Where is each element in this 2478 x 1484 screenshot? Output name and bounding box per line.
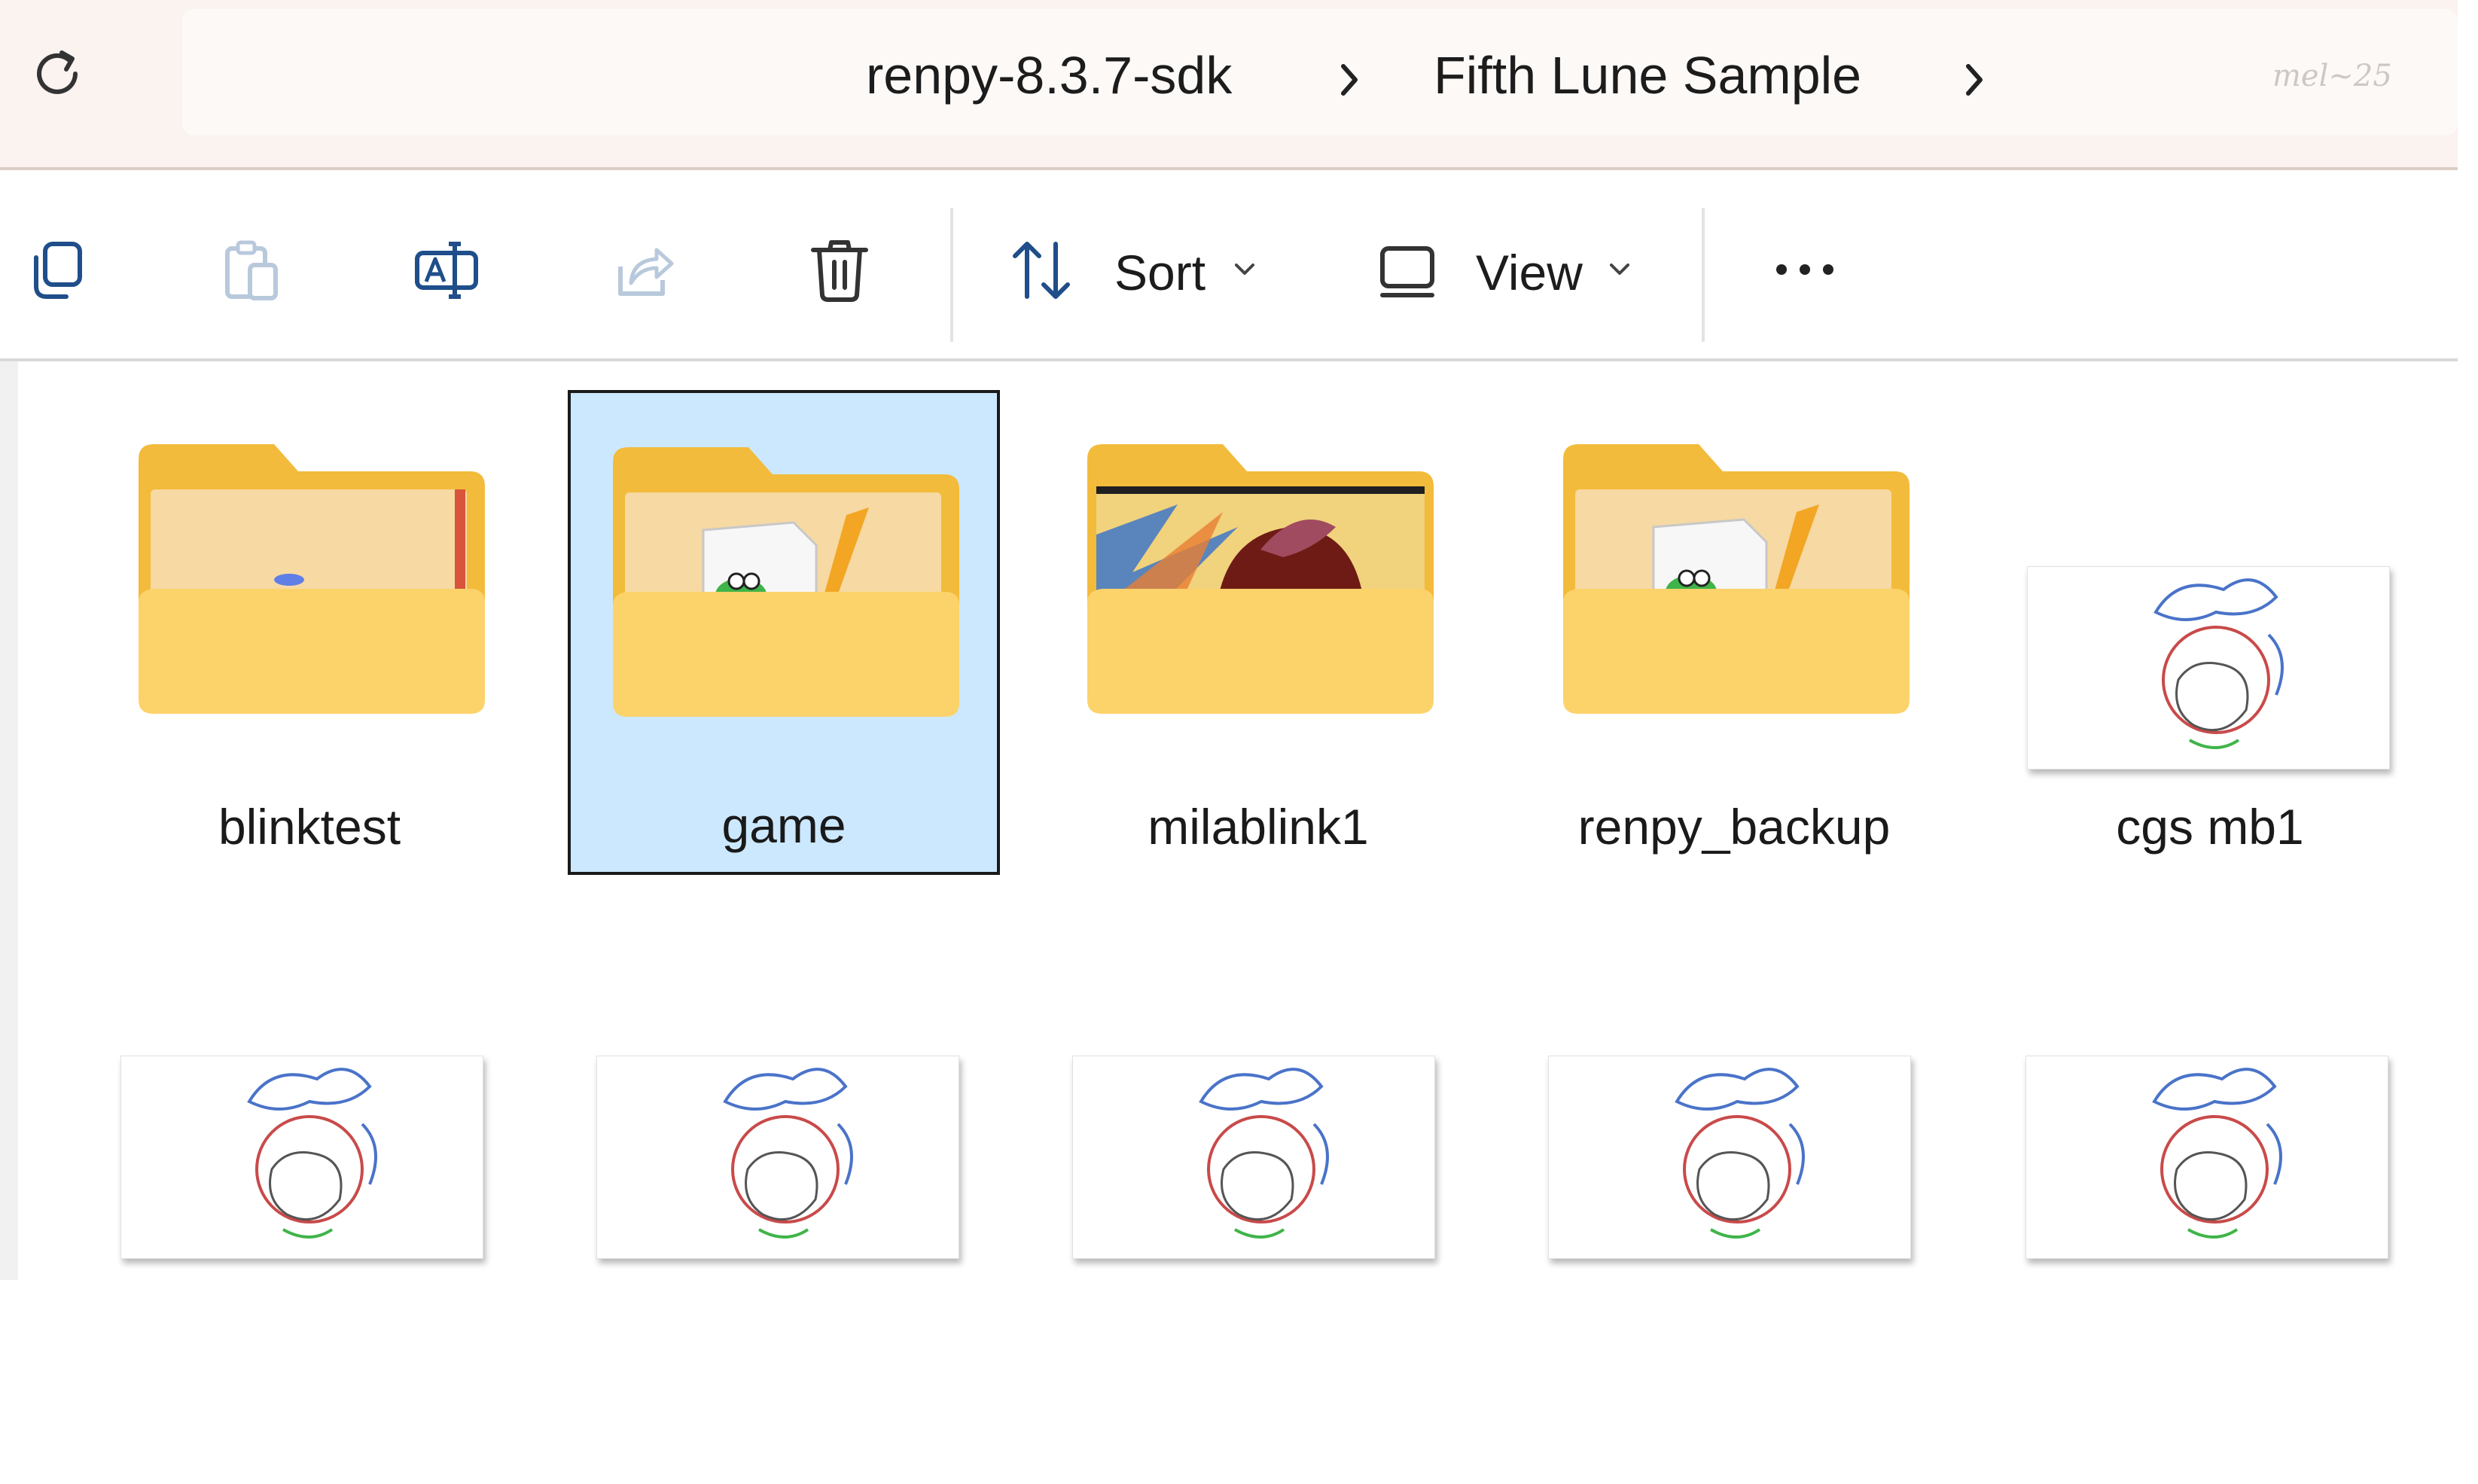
folder-icon	[1563, 444, 1910, 714]
image-thumbnail[interactable]	[2025, 1056, 2388, 1259]
sketch-drawing	[1675, 1068, 1805, 1239]
more-options-icon[interactable]	[1771, 236, 1839, 304]
folder-item-milablink1[interactable]: milablink1	[1044, 392, 1473, 873]
paste-icon[interactable]	[217, 236, 285, 304]
nav-pane-edge	[0, 361, 18, 1280]
sort-label: Sort	[1114, 245, 1206, 300]
item-name: renpy_backup	[1577, 799, 1891, 855]
toolbar-divider	[1702, 208, 1705, 342]
sketch-drawing	[2152, 1068, 2282, 1239]
sketch-drawing	[1199, 1068, 1329, 1239]
sort-button[interactable]: Sort	[1009, 170, 1265, 358]
folder-icon	[139, 444, 485, 714]
image-item-cgs-mb1[interactable]: cgs mb1	[1995, 392, 2425, 873]
item-name: cgs mb1	[2116, 799, 2304, 855]
chevron-down-icon	[1235, 264, 1254, 275]
toolbar-divider	[950, 208, 953, 342]
item-name: milablink1	[1148, 799, 1369, 855]
breadcrumb-renpy-sdk[interactable]: renpy-8.3.7-sdk	[866, 45, 1232, 105]
folder-item-blinktest[interactable]: blinktest	[95, 392, 524, 873]
image-thumbnail[interactable]	[1548, 1056, 1911, 1259]
copy-icon[interactable]	[23, 236, 90, 304]
folder-icon	[613, 447, 959, 717]
chevron-down-icon	[1610, 264, 1629, 275]
folder-icon	[1087, 444, 1434, 714]
image-thumbnail[interactable]	[1072, 1056, 1435, 1259]
breadcrumb-fifth-lune-sample[interactable]: Fifth Lune Sample	[1434, 45, 1861, 105]
address-bar-area: renpy-8.3.7-sdk Fifth Lune Sample mel~25	[0, 0, 2458, 170]
signature-watermark: mel~25	[2272, 59, 2392, 93]
share-icon[interactable]	[610, 236, 678, 304]
folder-item-renpy-backup[interactable]: renpy_backup	[1519, 392, 1949, 873]
item-name: blinktest	[218, 799, 401, 855]
image-thumbnail[interactable]	[120, 1056, 483, 1259]
item-name: game	[721, 797, 846, 853]
view-label: View	[1476, 245, 1583, 300]
sort-icon	[1013, 242, 1070, 299]
view-icon	[1380, 246, 1434, 297]
address-bar[interactable]: renpy-8.3.7-sdk Fifth Lune Sample mel~25	[182, 9, 2458, 136]
folder-item-game[interactable]: game	[568, 390, 1000, 875]
delete-icon[interactable]	[806, 236, 873, 304]
sketch-drawing	[247, 1068, 377, 1239]
command-bar: Sort View	[0, 170, 2458, 361]
sketch-drawing	[723, 1068, 853, 1239]
view-button[interactable]: View	[1375, 170, 1646, 358]
refresh-icon[interactable]	[27, 44, 87, 104]
rename-icon[interactable]	[413, 236, 480, 304]
sketch-drawing	[2153, 578, 2284, 749]
image-thumbnail	[2027, 566, 2390, 769]
image-thumbnail[interactable]	[596, 1056, 959, 1259]
breadcrumb-chevron-icon[interactable]	[1334, 59, 1364, 101]
breadcrumb-chevron-icon[interactable]	[1959, 59, 1989, 101]
